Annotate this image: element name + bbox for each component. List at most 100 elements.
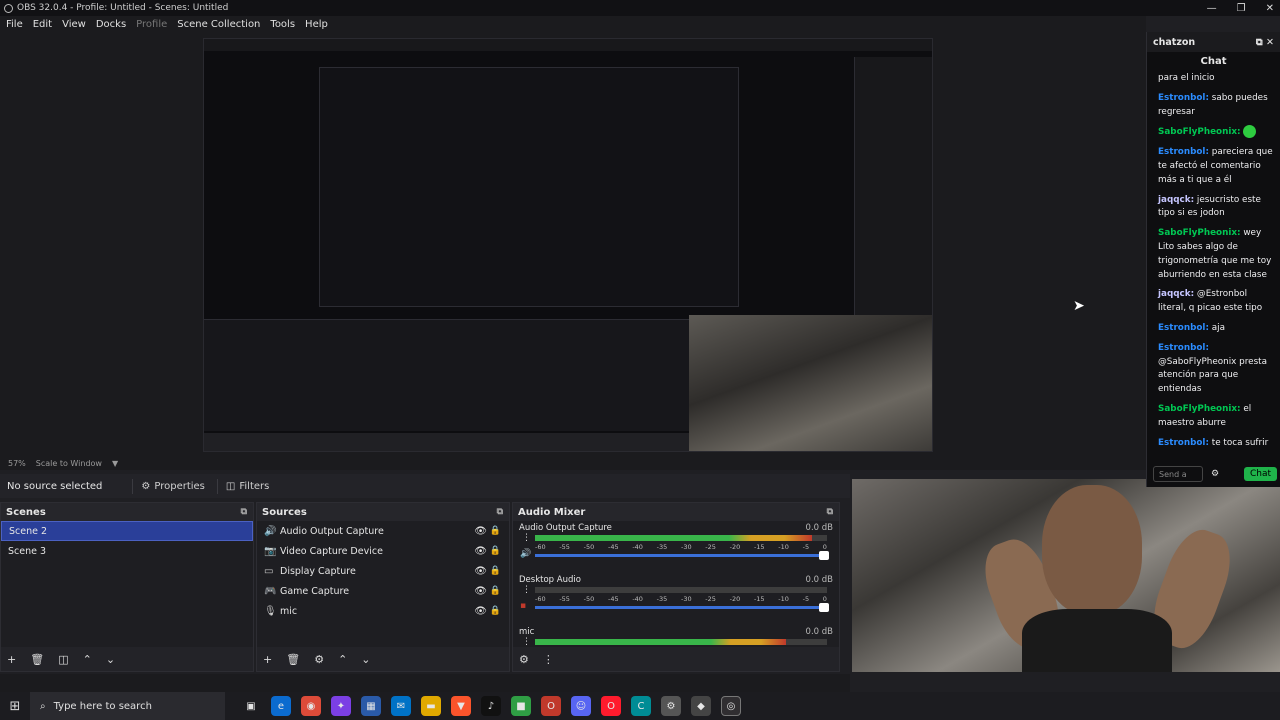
source-item[interactable]: 📷 Video Capture Device 👁 🔒 xyxy=(257,541,509,561)
menu-tools[interactable]: Tools xyxy=(270,19,295,30)
properties-button[interactable]: ⚙ Properties xyxy=(132,478,213,494)
scene-item-2[interactable]: Scene 2 xyxy=(1,521,253,541)
taskbar-search[interactable]: ⌕ Type here to search xyxy=(30,692,225,720)
chat-username[interactable]: Estronbol: xyxy=(1158,323,1209,333)
filters-label: Filters xyxy=(239,480,270,492)
chat-username[interactable]: Estronbol: xyxy=(1158,343,1209,353)
meter-tick: -25 xyxy=(705,595,716,603)
chat-input[interactable]: Send a xyxy=(1153,466,1203,482)
meter-tick: -10 xyxy=(778,543,789,551)
up-arrow-icon[interactable]: ⌃ xyxy=(338,653,347,666)
volume-slider[interactable] xyxy=(535,603,829,612)
trash-icon[interactable]: 🗑 xyxy=(286,653,300,666)
menu-dots-icon[interactable]: ⋮ xyxy=(522,533,531,543)
slider-knob[interactable] xyxy=(819,551,829,560)
tiktok-icon[interactable]: ♪ xyxy=(481,696,501,716)
menu-scene-collection[interactable]: Scene Collection xyxy=(177,19,260,30)
lock-icon[interactable]: 🔒 xyxy=(490,586,501,596)
chrome-icon[interactable]: ◉ xyxy=(301,696,321,716)
lock-icon[interactable]: 🔒 xyxy=(490,546,501,556)
chat-username[interactable]: Estronbol: xyxy=(1158,438,1209,448)
gear-icon[interactable]: ⚙ xyxy=(314,653,324,666)
eye-icon[interactable]: 👁 xyxy=(474,526,487,537)
scale-mode[interactable]: Scale to Window xyxy=(36,459,102,468)
menu-dots-icon[interactable]: ⋮ xyxy=(543,653,554,666)
windows-start-icon[interactable]: ⊞ xyxy=(0,699,30,714)
filters-button[interactable]: ◫ Filters xyxy=(216,478,277,494)
menu-dots-icon[interactable]: ⋮ xyxy=(522,637,531,647)
chat-messages[interactable]: para el inicio Estronbol: sabo puedes re… xyxy=(1147,72,1280,450)
chat-username[interactable]: SaboFlyPheonix: xyxy=(1158,228,1241,238)
add-icon[interactable]: + xyxy=(7,653,16,666)
scene-item-3[interactable]: Scene 3 xyxy=(1,541,253,561)
eye-icon[interactable]: 👁 xyxy=(474,586,487,597)
undock-icon[interactable]: ⧉ xyxy=(241,507,247,517)
eye-icon[interactable]: 👁 xyxy=(474,566,487,577)
gear-icon[interactable]: ⚙ xyxy=(519,653,529,666)
slider-knob[interactable] xyxy=(819,603,829,612)
add-icon[interactable]: + xyxy=(263,653,272,666)
menu-help[interactable]: Help xyxy=(305,19,328,30)
undock-icon[interactable]: ⧉ xyxy=(827,507,833,517)
lock-icon[interactable]: 🔒 xyxy=(490,566,501,576)
chat-send-button[interactable]: Chat xyxy=(1243,467,1277,481)
copilot-icon[interactable]: ✦ xyxy=(331,696,351,716)
explorer-icon[interactable]: ▬ xyxy=(421,696,441,716)
search-placeholder: Type here to search xyxy=(53,700,152,712)
source-item[interactable]: ▭ Display Capture 👁 🔒 xyxy=(257,561,509,581)
task-view-icon[interactable]: ▣ xyxy=(241,696,261,716)
opera-icon[interactable]: O xyxy=(601,696,621,716)
undock-icon[interactable]: ⧉ xyxy=(1256,37,1263,48)
down-arrow-icon[interactable]: ⌄ xyxy=(106,653,115,666)
menu-file[interactable]: File xyxy=(6,19,23,30)
steam-icon[interactable]: ⚙ xyxy=(661,696,681,716)
trash-icon[interactable]: 🗑 xyxy=(30,653,44,666)
edge-icon[interactable]: e xyxy=(271,696,291,716)
preview-canvas[interactable]: ➤ xyxy=(0,32,1146,456)
zoom-level[interactable]: 57% xyxy=(8,459,26,468)
source-label: Audio Output Capture xyxy=(280,525,384,537)
chat-message: Estronbol: @SaboFlyPheonix presta atenci… xyxy=(1158,342,1275,397)
chevron-down-icon[interactable]: ▼ xyxy=(112,459,118,468)
menu-view[interactable]: View xyxy=(62,19,86,30)
lock-icon[interactable]: 🔒 xyxy=(490,526,501,536)
app-icon[interactable]: C xyxy=(631,696,651,716)
volume-slider[interactable] xyxy=(535,551,829,560)
close-icon[interactable]: ✕ xyxy=(1266,37,1274,48)
chat-username[interactable]: Estronbol: xyxy=(1158,147,1209,157)
lock-icon[interactable]: 🔒 xyxy=(490,606,501,616)
maximize-icon[interactable]: ❐ xyxy=(1237,3,1246,14)
up-arrow-icon[interactable]: ⌃ xyxy=(83,653,92,666)
close-icon[interactable]: ✕ xyxy=(1266,3,1274,14)
chat-username[interactable]: Estronbol: xyxy=(1158,93,1209,103)
muted-speaker-icon[interactable]: ▪ xyxy=(520,601,526,611)
source-item[interactable]: 🎙 mic 👁 🔒 xyxy=(257,601,509,621)
chat-username[interactable]: jaqqck: xyxy=(1158,289,1194,299)
eye-icon[interactable]: 👁 xyxy=(474,546,487,557)
discord-icon[interactable]: ☺ xyxy=(571,696,591,716)
chat-username[interactable]: SaboFlyPheonix: xyxy=(1158,127,1241,137)
undock-icon[interactable]: ⧉ xyxy=(497,507,503,517)
source-item[interactable]: 🔊 Audio Output Capture 👁 🔒 xyxy=(257,521,509,541)
store-icon[interactable]: ▦ xyxy=(361,696,381,716)
filter-icon[interactable]: ◫ xyxy=(58,653,68,666)
obs-icon[interactable]: ◎ xyxy=(721,696,741,716)
minimize-icon[interactable]: — xyxy=(1207,3,1217,14)
gear-icon[interactable]: ⚙ xyxy=(1211,469,1219,479)
brave-icon[interactable]: ▼ xyxy=(451,696,471,716)
minecraft-icon[interactable]: ■ xyxy=(511,696,531,716)
eye-icon[interactable]: 👁 xyxy=(474,606,487,617)
speaker-icon[interactable]: 🔊 xyxy=(520,549,531,559)
source-item[interactable]: 🎮 Game Capture 👁 🔒 xyxy=(257,581,509,601)
menu-docks[interactable]: Docks xyxy=(96,19,126,30)
down-arrow-icon[interactable]: ⌄ xyxy=(361,653,370,666)
chat-message: Estronbol: pareciera que te afectó el co… xyxy=(1158,146,1275,187)
outlook-icon[interactable]: ✉ xyxy=(391,696,411,716)
opera-gx-icon[interactable]: O xyxy=(541,696,561,716)
chat-username[interactable]: SaboFlyPheonix: xyxy=(1158,404,1241,414)
menu-profile[interactable]: Profile xyxy=(136,19,167,30)
app-icon[interactable]: ◆ xyxy=(691,696,711,716)
menu-edit[interactable]: Edit xyxy=(33,19,52,30)
chat-username[interactable]: jaqqck: xyxy=(1158,195,1194,205)
menu-dots-icon[interactable]: ⋮ xyxy=(522,585,531,595)
